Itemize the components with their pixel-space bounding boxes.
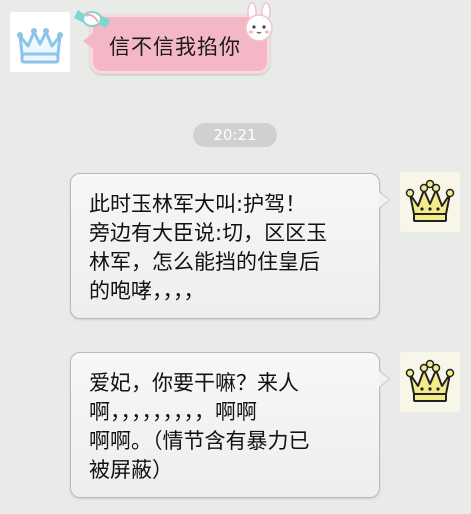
bunny-icon: [245, 2, 273, 42]
outgoing-message-bubble[interactable]: 此时玉林军大叫:护驾！ 旁边有大臣说:切，区区玉 林军，怎么能挡的住皇后 的咆哮…: [70, 173, 390, 319]
my-avatar[interactable]: [400, 172, 460, 232]
timestamp-pill: 20:21: [193, 123, 277, 147]
my-avatar[interactable]: [400, 352, 460, 412]
bubble-tail: [379, 371, 389, 387]
candy-icon: [74, 10, 110, 28]
bubble-tail: [379, 192, 389, 208]
message-text: 此时玉林军大叫:护驾！ 旁边有大臣说:切，区区玉 林军，怎么能挡的住皇后 的咆哮…: [89, 192, 328, 303]
outgoing-message-bubble[interactable]: 爱妃，你要干嘛？来人 啊，，，，，，，，，啊啊 啊啊。（情节含有暴力已 被屏蔽）: [70, 352, 390, 498]
message-text: 爱妃，你要干嘛？来人 啊，，，，，，，，，啊啊 啊啊。（情节含有暴力已 被屏蔽）: [89, 371, 310, 482]
crown-outline-icon: [10, 12, 70, 72]
contact-avatar[interactable]: [10, 12, 70, 72]
crown-gold-icon: [400, 172, 460, 232]
message-text: 信不信我掐你: [109, 35, 241, 59]
crown-gold-icon: [400, 352, 460, 412]
